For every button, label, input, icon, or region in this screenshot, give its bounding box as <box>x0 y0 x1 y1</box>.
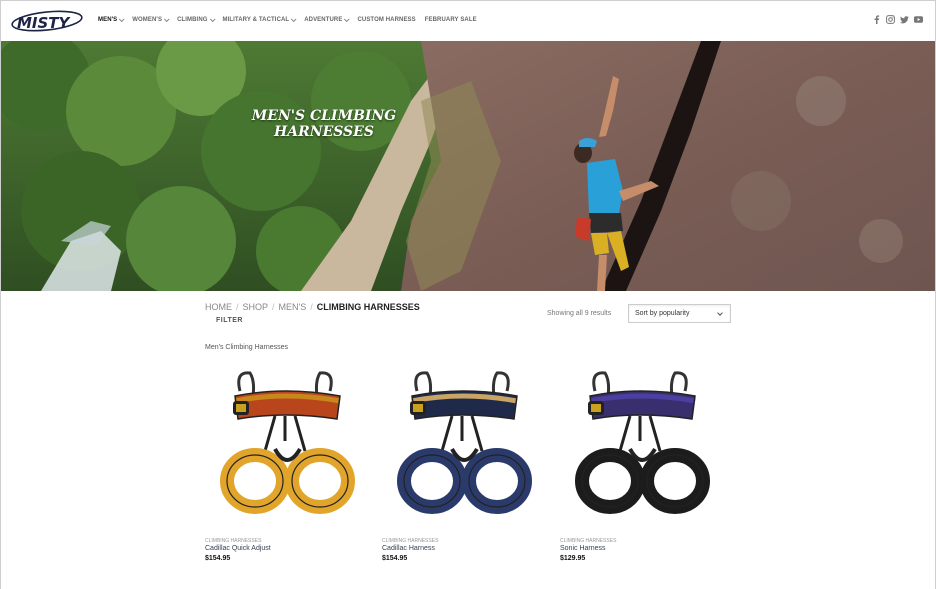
chevron-down-icon <box>291 16 297 23</box>
breadcrumb-separator: / <box>236 302 239 312</box>
product-card[interactable]: CLIMBING HARNESSES Cadillac Harness $154… <box>382 361 542 562</box>
main-nav: MEN'S WOMEN'S CLIMBING MILITARY & TACTIC… <box>98 16 486 23</box>
nav-item-adventure[interactable]: ADVENTURE <box>304 16 350 23</box>
product-price: $154.95 <box>205 555 231 562</box>
product-category[interactable]: CLIMBING HARNESSES <box>382 538 438 544</box>
breadcrumb-separator: / <box>272 302 275 312</box>
twitter-icon[interactable] <box>900 15 909 24</box>
chevron-down-icon <box>209 16 216 23</box>
product-name[interactable]: Sonic Harness <box>560 545 606 552</box>
chevron-down-icon <box>344 16 350 23</box>
facebook-icon[interactable] <box>872 15 881 24</box>
product-card[interactable]: CLIMBING HARNESSES Sonic Harness $129.95 <box>560 361 720 562</box>
youtube-icon[interactable] <box>914 15 923 24</box>
breadcrumb-separator: / <box>310 302 313 312</box>
results-count: Showing all 9 results <box>547 310 612 317</box>
product-name[interactable]: Cadillac Quick Adjust <box>205 545 271 552</box>
nav-item-mens[interactable]: MEN'S <box>98 16 125 23</box>
product-card[interactable]: CLIMBING HARNESSES Cadillac Quick Adjust… <box>205 361 365 562</box>
product-price: $154.95 <box>382 555 408 562</box>
hero-banner: MEN'S CLIMBING HARNESSES <box>1 41 935 291</box>
chevron-down-icon <box>119 16 125 23</box>
next-row-product-peek <box>561 584 721 589</box>
product-category[interactable]: CLIMBING HARNESSES <box>205 538 261 544</box>
nav-item-womens[interactable]: WOMEN'S <box>132 16 170 23</box>
breadcrumb-current: CLIMBING HARNESSES <box>316 302 420 312</box>
chevron-down-icon <box>163 16 170 23</box>
product-name[interactable]: Cadillac Harness <box>382 545 435 552</box>
nav-item-military-tactical[interactable]: MILITARY & TACTICAL <box>223 16 297 23</box>
instagram-icon[interactable] <box>886 15 895 24</box>
product-price: $129.95 <box>560 555 586 562</box>
hero-title: MEN'S CLIMBING HARNESSES <box>251 108 397 140</box>
product-image[interactable] <box>382 361 542 531</box>
product-image[interactable] <box>560 361 720 531</box>
breadcrumb-mens[interactable]: MEN'S <box>279 302 307 312</box>
chevron-down-icon <box>717 310 723 316</box>
brand-logo[interactable]: MISTY <box>11 9 85 33</box>
product-category[interactable]: CLIMBING HARNESSES <box>560 538 616 544</box>
social-links <box>872 15 923 24</box>
page: MISTY MEN'S WOMEN'S CLIMBING MILITARY & … <box>0 0 936 589</box>
nav-item-custom-harness[interactable]: CUSTOM HARNESS <box>357 17 415 23</box>
product-image[interactable] <box>205 361 365 531</box>
nav-item-climbing[interactable]: CLIMBING <box>177 16 216 23</box>
svg-text:MISTY: MISTY <box>17 14 72 32</box>
nav-item-february-sale[interactable]: FEBRUARY SALE <box>425 17 477 23</box>
category-description: Men's Climbing Harnesses <box>205 344 289 351</box>
breadcrumb-shop[interactable]: SHOP <box>243 302 269 312</box>
filter-button[interactable]: FILTER <box>216 317 243 324</box>
breadcrumb: HOME / SHOP / MEN'S / CLIMBING HARNESSES <box>205 302 420 312</box>
breadcrumb-home[interactable]: HOME <box>205 302 232 312</box>
hero-image <box>1 41 935 291</box>
sort-select[interactable]: Sort by popularity <box>628 304 731 323</box>
site-header: MISTY MEN'S WOMEN'S CLIMBING MILITARY & … <box>1 1 935 41</box>
sort-selected-value: Sort by popularity <box>635 310 690 317</box>
